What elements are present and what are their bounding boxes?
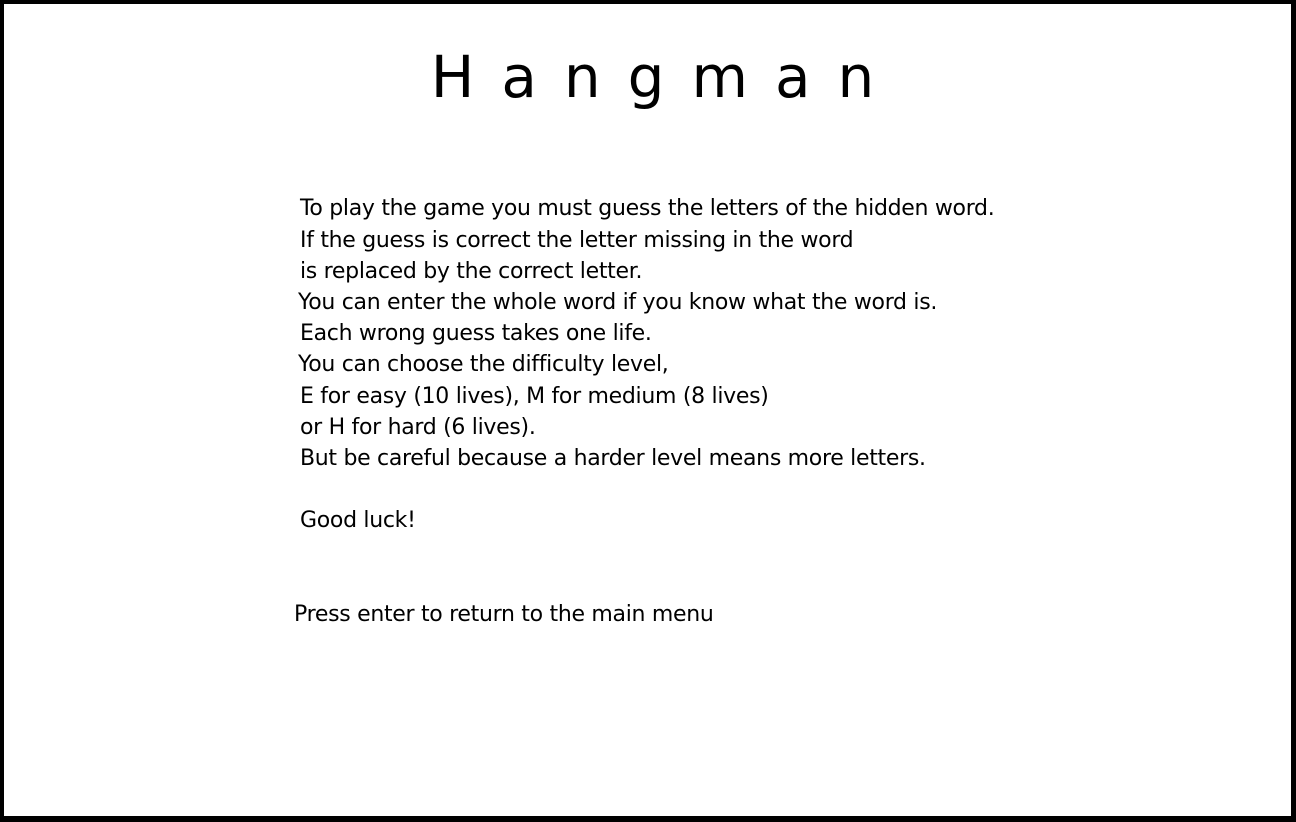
instruction-line-1: To play the game you must guess the lett… (300, 196, 995, 221)
instruction-line-7: E for easy (10 lives), M for medium (8 l… (300, 384, 769, 409)
instruction-line-2: If the guess is correct the letter missi… (300, 228, 854, 253)
instruction-line-4: You can enter the whole word if you know… (298, 290, 938, 315)
game-window: Hangman To play the game you must guess … (0, 0, 1296, 822)
game-title: Hangman (430, 43, 902, 111)
return-to-menu-prompt[interactable]: Press enter to return to the main menu (294, 601, 714, 629)
instruction-line-9: But be careful because a harder level me… (300, 446, 926, 471)
instruction-line-5: Each wrong guess takes one life. (300, 321, 652, 346)
instruction-line-3: is replaced by the correct letter. (300, 259, 643, 284)
good-luck-text: Good luck! (300, 508, 416, 533)
instruction-line-8: or H for hard (6 lives). (300, 415, 536, 440)
instruction-line-6: You can choose the difficulty level, (298, 352, 669, 377)
